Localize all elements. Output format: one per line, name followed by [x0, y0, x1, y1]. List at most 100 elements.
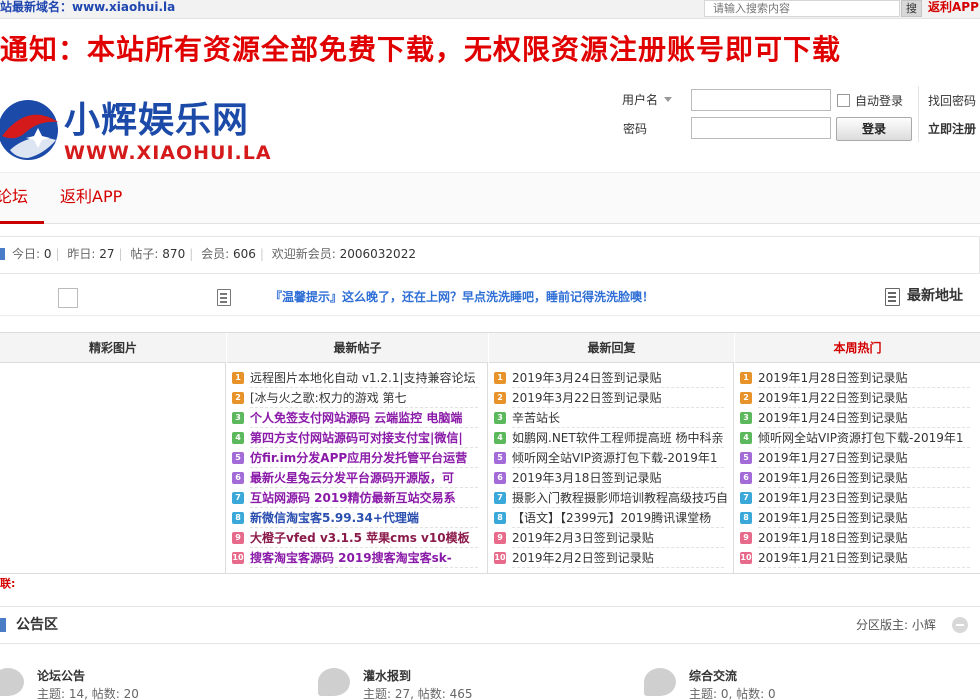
nav-tab-forum[interactable]: 论坛 [0, 185, 28, 209]
list-item[interactable]: 2 2019年1月22日签到记录贴 [740, 388, 976, 408]
collapse-section-icon[interactable] [952, 617, 968, 633]
latest-address-link[interactable]: 最新地址 [907, 286, 963, 306]
list-item[interactable]: 4 第四方支付网站源码可对接支付宝|微信| [232, 428, 484, 448]
list-item[interactable]: 10 2019年2月2日签到记录贴 [494, 548, 730, 568]
top-app-link[interactable]: 返利APP [928, 0, 979, 14]
list-item[interactable]: 5 倾听网全站VIP资源打包下载-2019年1 [494, 448, 730, 468]
rank-badge-icon: 10 [740, 552, 752, 564]
forum-name-general[interactable]: 综合交流 [689, 668, 737, 684]
post-title-link[interactable]: 2019年1月28日签到记录贴 [758, 368, 907, 388]
post-title-link[interactable]: 2019年1月27日签到记录贴 [758, 448, 907, 468]
list-item[interactable]: 10 搜客淘宝客源码 2019搜客淘宝客sk- [232, 548, 484, 568]
post-title-link[interactable]: 【语文】【2399元】2019腾讯课堂杨 [512, 508, 711, 528]
post-title-link[interactable]: 摄影入门教程摄影师培训教程高级技巧自 [512, 488, 728, 508]
list-item[interactable]: 4 倾听网全站VIP资源打包下载-2019年1 [740, 428, 976, 448]
username-input[interactable] [691, 89, 831, 111]
rank-badge-icon: 2 [494, 392, 506, 404]
post-title-link[interactable]: 互站网源码 2019精仿最新互站交易系 [250, 488, 456, 508]
newest-member-link[interactable]: 2006032022 [340, 247, 416, 261]
forum-stats-chat: 主题: 27, 帖数: 465 [363, 687, 473, 700]
post-title-link[interactable]: 个人免签支付网站源码 云端监控 电脑端 [250, 408, 462, 428]
post-title-link[interactable]: 新微信淘宝客5.99.34+代理端 [250, 508, 419, 528]
list-item[interactable]: 8 2019年1月25日签到记录贴 [740, 508, 976, 528]
post-title-link[interactable]: 2019年3月22日签到记录贴 [512, 388, 661, 408]
password-input[interactable] [691, 117, 831, 139]
list-item[interactable]: 2 2019年3月22日签到记录贴 [494, 388, 730, 408]
forum-stats-line: 今日: 0 | 昨日: 27 | 帖子: 870 | 会员: 606 | 欢迎新会员: … [12, 247, 416, 261]
list-item[interactable]: 9 大橙子vfed v3.1.5 苹果cms v10模板 [232, 528, 484, 548]
post-title-link[interactable]: 2019年3月18日签到记录贴 [512, 468, 661, 488]
logo-name-en: WWW.XIAOHUI.LA [64, 142, 272, 164]
tips-checkbox[interactable] [58, 288, 78, 308]
list-item[interactable]: 4 如鹏网.NET软件工程师提高班 杨中科亲 [494, 428, 730, 448]
post-title-link[interactable]: 2019年1月21日签到记录贴 [758, 548, 907, 568]
forgot-password-link[interactable]: 找回密码 [928, 93, 976, 109]
post-title-link[interactable]: 2019年1月24日签到记录贴 [758, 408, 907, 428]
post-title-link[interactable]: 2019年1月25日签到记录贴 [758, 508, 907, 528]
section-moderator[interactable]: 分区版主: 小辉 [856, 617, 936, 633]
list-item[interactable]: 1 2019年3月24日签到记录贴 [494, 368, 730, 388]
forum-name-announcements[interactable]: 论坛公告 [37, 668, 85, 684]
register-link[interactable]: 立即注册 [928, 121, 976, 137]
post-title-link[interactable]: 第四方支付网站源码可对接支付宝|微信| [250, 428, 463, 448]
list-item[interactable]: 8 【语文】【2399元】2019腾讯课堂杨 [494, 508, 730, 528]
post-title-link[interactable]: 仿fir.im分发APP应用分发托管平台运营 [250, 448, 467, 468]
post-title-link[interactable]: 2019年3月24日签到记录贴 [512, 368, 661, 388]
list-item[interactable]: 7 互站网源码 2019精仿最新互站交易系 [232, 488, 484, 508]
forum-chat-icon[interactable] [318, 668, 350, 696]
list-item[interactable]: 7 2019年1月23日签到记录贴 [740, 488, 976, 508]
auto-login-label[interactable]: 自动登录 [855, 93, 903, 109]
auto-login-checkbox[interactable] [837, 94, 850, 107]
latest-replies-list: 1 2019年3月24日签到记录贴 2 2019年3月22日签到记录贴 3 辛苦站长 4 如鹏… [494, 368, 730, 568]
logo-name-cn: 小辉娱乐网 [64, 100, 250, 141]
post-title-link[interactable]: 2019年2月2日签到记录贴 [512, 548, 654, 568]
list-item[interactable]: 1 2019年1月28日签到记录贴 [740, 368, 976, 388]
list-item[interactable]: 3 2019年1月24日签到记录贴 [740, 408, 976, 428]
document-icon [217, 289, 231, 306]
login-button[interactable]: 登录 [836, 117, 912, 141]
forum-chat-icon[interactable] [644, 668, 676, 696]
forum-chat-icon[interactable] [0, 668, 24, 696]
post-title-link[interactable]: 2019年1月26日签到记录贴 [758, 468, 907, 488]
list-item[interactable]: 2 [冰与火之歌:权力的游戏 第七 [232, 388, 484, 408]
list-item[interactable]: 9 2019年2月3日签到记录贴 [494, 528, 730, 548]
post-title-link[interactable]: 辛苦站长 [512, 408, 560, 428]
list-item[interactable]: 10 2019年1月21日签到记录贴 [740, 548, 976, 568]
post-title-link[interactable]: 如鹏网.NET软件工程师提高班 杨中科亲 [512, 428, 724, 448]
rank-badge-icon: 9 [494, 532, 506, 544]
post-title-link[interactable]: 2019年1月18日签到记录贴 [758, 528, 907, 548]
list-item[interactable]: 7 摄影入门教程摄影师培训教程高级技巧自 [494, 488, 730, 508]
search-input[interactable] [704, 0, 900, 17]
list-item[interactable]: 5 仿fir.im分发APP应用分发托管平台运营 [232, 448, 484, 468]
search-button[interactable]: 搜 [901, 0, 922, 17]
post-title-link[interactable]: 搜客淘宝客源码 2019搜客淘宝客sk- [250, 548, 452, 568]
post-title-link[interactable]: 2019年1月22日签到记录贴 [758, 388, 907, 408]
list-item[interactable]: 6 2019年1月26日签到记录贴 [740, 468, 976, 488]
row-divider [512, 567, 724, 568]
post-title-link[interactable]: 2019年2月3日签到记录贴 [512, 528, 654, 548]
post-title-link[interactable]: 2019年1月23日签到记录贴 [758, 488, 907, 508]
list-item[interactable]: 9 2019年1月18日签到记录贴 [740, 528, 976, 548]
list-item[interactable]: 1 远程图片本地化自动 v1.2.1|支持兼容论坛 [232, 368, 484, 388]
latest-replies-header: 最新回复 [489, 333, 734, 363]
list-item[interactable]: 6 2019年3月18日签到记录贴 [494, 468, 730, 488]
rank-badge-icon: 9 [740, 532, 752, 544]
today-count: 0 [43, 247, 52, 261]
featured-images-header: 精彩图片 [0, 333, 226, 363]
nav-tab-app[interactable]: 返利APP [60, 185, 122, 209]
section-title[interactable]: 公告区 [16, 615, 58, 635]
forum-stats-announcements: 主题: 14, 帖数: 20 [37, 687, 139, 700]
list-item[interactable]: 6 最新火星兔云分发平台源码开源版，可 [232, 468, 484, 488]
post-title-link[interactable]: 倾听网全站VIP资源打包下载-2019年1 [512, 448, 718, 468]
post-title-link[interactable]: 远程图片本地化自动 v1.2.1|支持兼容论坛 [250, 368, 476, 388]
post-title-link[interactable]: 大橙子vfed v3.1.5 苹果cms v10模板 [250, 528, 470, 548]
list-item[interactable]: 5 2019年1月27日签到记录贴 [740, 448, 976, 468]
post-title-link[interactable]: [冰与火之歌:权力的游戏 第七 [250, 388, 407, 408]
list-item[interactable]: 3 辛苦站长 [494, 408, 730, 428]
username-label[interactable]: 用户名 [622, 92, 673, 108]
list-item[interactable]: 8 新微信淘宝客5.99.34+代理端 [232, 508, 484, 528]
post-title-link[interactable]: 最新火星兔云分发平台源码开源版，可 [250, 468, 454, 488]
list-item[interactable]: 3 个人免签支付网站源码 云端监控 电脑端 [232, 408, 484, 428]
forum-name-chat[interactable]: 灌水报到 [363, 668, 411, 684]
post-title-link[interactable]: 倾听网全站VIP资源打包下载-2019年1 [758, 428, 964, 448]
